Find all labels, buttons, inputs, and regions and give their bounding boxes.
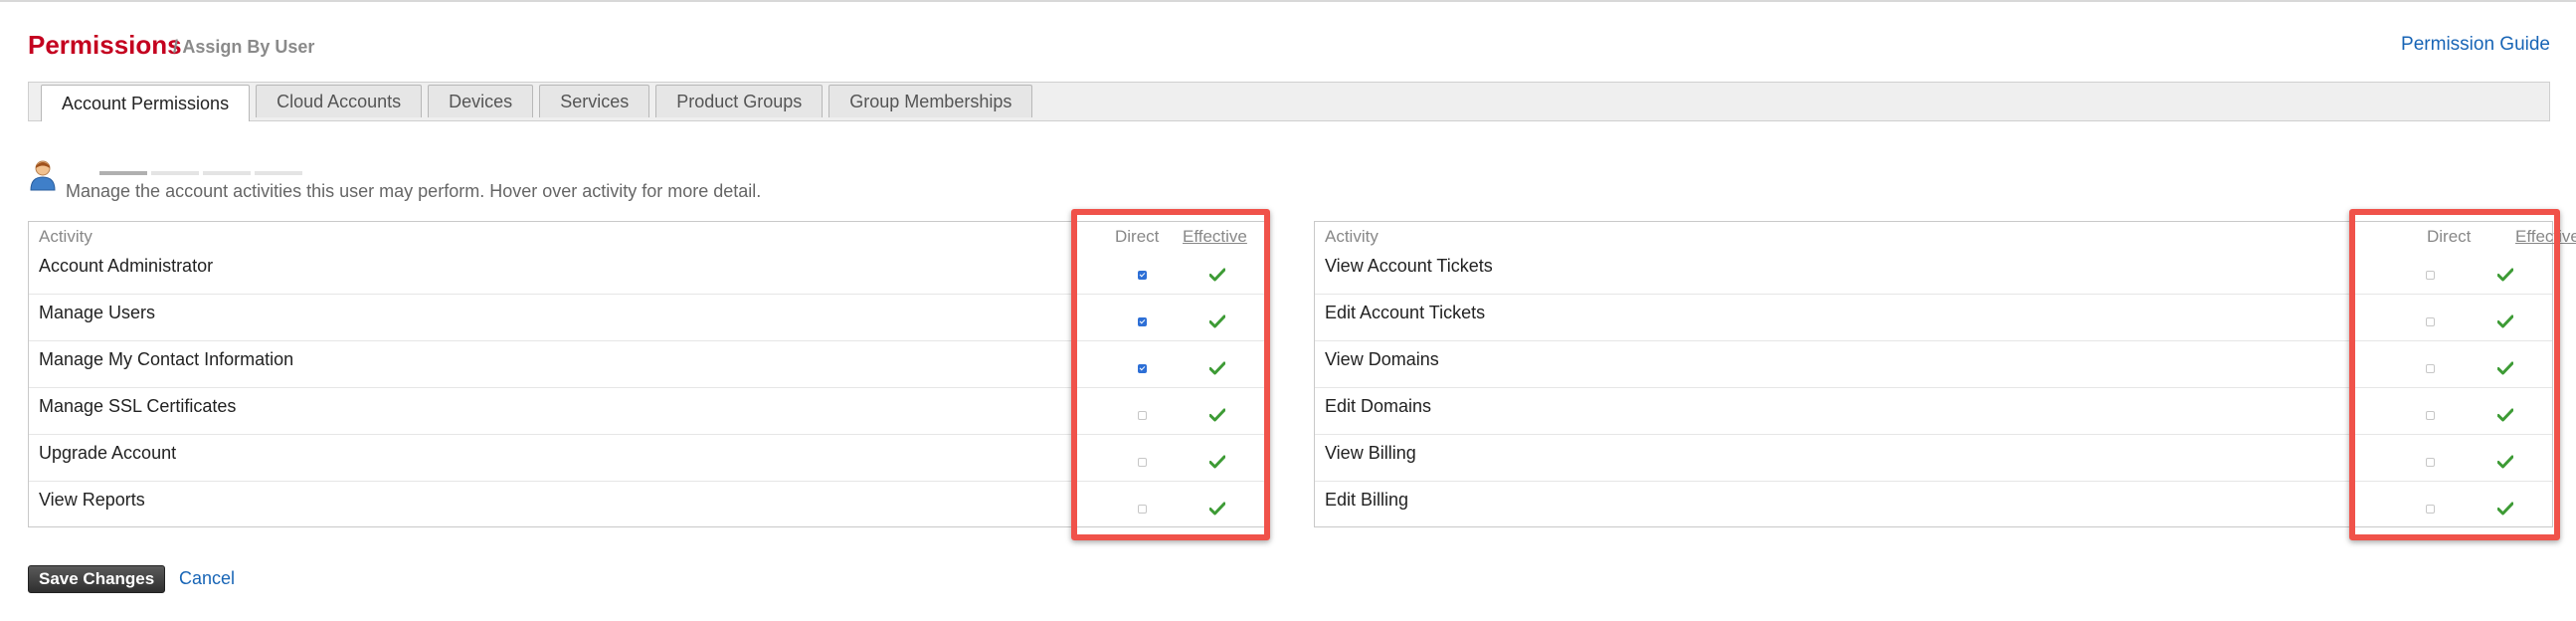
check-icon — [2497, 502, 2513, 516]
progress-dash — [99, 171, 147, 175]
direct-checkbox[interactable] — [2426, 271, 2435, 280]
direct-checkbox[interactable] — [1138, 364, 1147, 373]
activity-column-header: Activity — [1325, 227, 1379, 246]
permission-row: Edit Domains — [1315, 388, 2552, 435]
permission-label: Edit Billing — [1325, 490, 1409, 510]
permission-row: View Billing — [1315, 435, 2552, 482]
right-permissions-table: Activity Direct Effective View Account T… — [1314, 221, 2576, 528]
permission-label: Manage SSL Certificates — [39, 396, 237, 416]
permission-label: View Reports — [39, 490, 145, 510]
top-rule — [0, 0, 2576, 2]
permission-row: Account Administrator — [29, 248, 1266, 295]
permission-row: Manage Users — [29, 295, 1266, 341]
save-changes-button[interactable]: Save Changes — [28, 565, 166, 593]
effective-column-header: Effective — [1183, 227, 1247, 246]
direct-checkbox[interactable] — [1138, 458, 1147, 467]
permission-row: Edit Account Tickets — [1315, 295, 2552, 341]
check-icon — [2497, 361, 2513, 375]
check-icon — [1209, 502, 1225, 516]
direct-checkbox[interactable] — [2426, 505, 2435, 514]
table-header: Activity Direct Effective — [29, 222, 1266, 248]
check-icon — [1209, 361, 1225, 375]
check-icon — [2497, 455, 2513, 469]
tab-account-permissions[interactable]: Account Permissions — [41, 85, 251, 121]
progress-dash — [151, 171, 199, 175]
page-subtitle: / Assign By User — [173, 37, 315, 57]
user-icon — [30, 159, 56, 191]
direct-column-header: Direct — [2427, 227, 2472, 246]
progress-dash — [255, 171, 302, 175]
check-icon — [1209, 268, 1225, 282]
permission-row: View Domains — [1315, 341, 2552, 388]
permission-label: Edit Account Tickets — [1325, 303, 1486, 322]
permission-label: Edit Domains — [1325, 396, 1432, 416]
permission-row: View Account Tickets — [1315, 248, 2552, 295]
direct-checkbox[interactable] — [1138, 505, 1147, 514]
permission-row: Upgrade Account — [29, 435, 1266, 482]
permission-label: View Billing — [1325, 443, 1416, 463]
permission-label: Upgrade Account — [39, 443, 177, 463]
progress-dashes — [99, 171, 302, 175]
permission-row: Edit Billing — [1315, 482, 2552, 528]
permission-label: Account Administrator — [39, 256, 214, 276]
direct-checkbox[interactable] — [2426, 317, 2435, 326]
permission-row: Manage SSL Certificates — [29, 388, 1266, 435]
tab-devices[interactable]: Devices — [428, 85, 534, 117]
direct-checkbox[interactable] — [1138, 271, 1147, 280]
table-header: Activity Direct Effective — [1315, 222, 2576, 248]
direct-checkbox[interactable] — [1138, 317, 1147, 326]
cancel-link[interactable]: Cancel — [179, 568, 235, 589]
effective-column-header: Effective — [2515, 227, 2576, 246]
direct-checkbox[interactable] — [2426, 458, 2435, 467]
tab-group-memberships[interactable]: Group Memberships — [828, 85, 1033, 117]
check-icon — [1209, 408, 1225, 422]
direct-checkbox[interactable] — [1138, 411, 1147, 420]
check-icon — [1209, 455, 1225, 469]
permission-guide-link[interactable]: Permission Guide — [2401, 34, 2550, 56]
tab-cloud-accounts[interactable]: Cloud Accounts — [256, 85, 423, 117]
tab-product-groups[interactable]: Product Groups — [655, 85, 824, 117]
permission-row: Manage My Contact Information — [29, 341, 1266, 388]
permission-label: Manage Users — [39, 303, 156, 322]
check-icon — [1209, 314, 1225, 328]
check-icon — [2497, 268, 2513, 282]
check-icon — [2497, 408, 2513, 422]
description-text: Manage the account activities this user … — [66, 181, 762, 201]
check-icon — [2497, 314, 2513, 328]
permission-row: View Reports — [29, 482, 1266, 528]
permission-label: View Domains — [1325, 349, 1439, 369]
permission-label: View Account Tickets — [1325, 256, 1493, 276]
tab-services[interactable]: Services — [539, 85, 650, 117]
page-title: Permissions — [28, 30, 182, 60]
progress-dash — [203, 171, 251, 175]
direct-checkbox[interactable] — [2426, 364, 2435, 373]
direct-column-header: Direct — [1115, 227, 1160, 246]
left-permissions-table: Activity Direct Effective Account Admini… — [28, 221, 1267, 527]
tab-bar: Account Permissions Cloud Accounts Devic… — [28, 82, 2550, 121]
permission-label: Manage My Contact Information — [39, 349, 294, 369]
activity-column-header: Activity — [39, 227, 92, 246]
tabs: Account Permissions Cloud Accounts Devic… — [41, 85, 1033, 121]
direct-checkbox[interactable] — [2426, 411, 2435, 420]
